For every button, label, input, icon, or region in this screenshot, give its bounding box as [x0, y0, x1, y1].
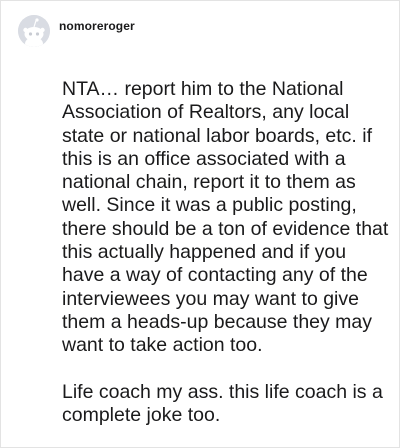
snoo-avatar-icon [18, 15, 50, 47]
avatar[interactable] [18, 15, 50, 47]
comment-card: nomoreroger NTA… report him to the Natio… [0, 0, 400, 448]
comment-header: nomoreroger [18, 15, 135, 47]
comment-paragraph-2: Life coach my ass. this life coach is a … [62, 380, 383, 426]
comment-body: NTA… report him to the National Associat… [62, 78, 392, 427]
username-link[interactable]: nomoreroger [59, 19, 135, 33]
comment-paragraph-1: NTA… report him to the National Associat… [62, 78, 389, 357]
